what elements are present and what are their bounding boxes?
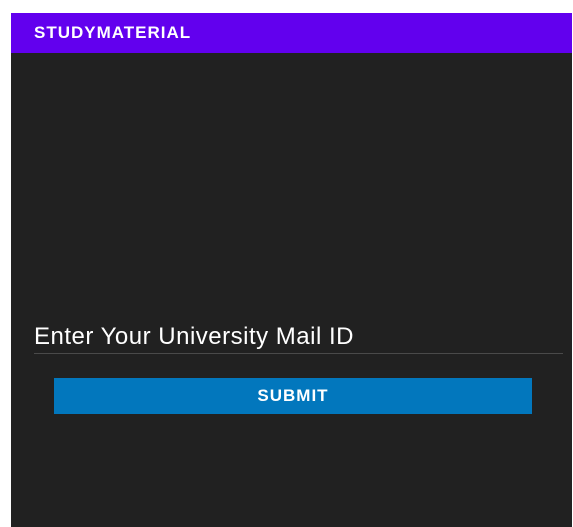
email-input[interactable]: Enter Your University Mail ID: [34, 319, 563, 354]
app-title: STUDYMATERIAL: [34, 23, 192, 42]
app-bar: STUDYMATERIAL: [11, 13, 572, 53]
submit-button-label: SUBMIT: [257, 386, 329, 405]
submit-button[interactable]: SUBMIT: [54, 378, 532, 414]
app-screen: STUDYMATERIAL Enter Your University Mail…: [11, 13, 572, 527]
email-input-text: Enter Your University Mail ID: [34, 323, 354, 350]
